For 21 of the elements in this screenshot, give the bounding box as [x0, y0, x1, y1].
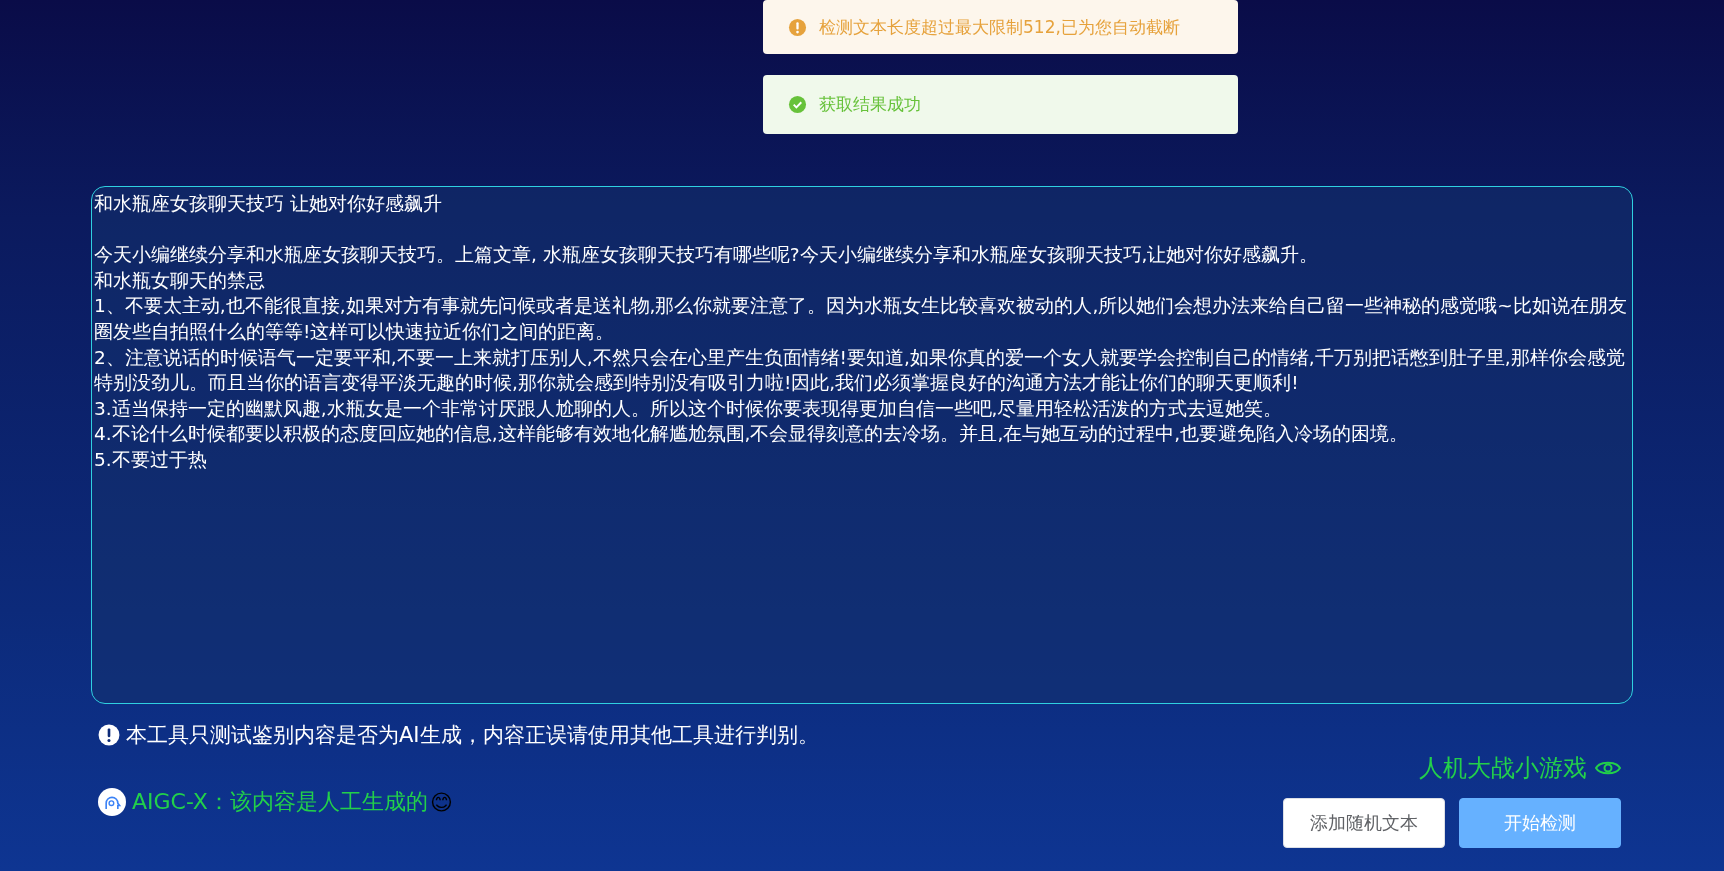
text-paragraph: 1、不要太主动,也不能很直接,如果对方有事就先问候或者是送礼物,那么你就要注意了。因为水瓶女生比较喜欢被动的人,所以她们会想办法来给自己留一些神秘的感觉哦~比如说在朋友圈发些自拍照什么的等等!这样可以快速拉近你们之间的距离。: [94, 294, 1628, 344]
eye-icon: [1595, 759, 1621, 777]
toast-message: 获取结果成功: [763, 75, 1238, 134]
text-paragraph: 4.不论什么时候都要以积极的态度回应她的信息,这样能够有效地化解尴尬氛围,不会显得刻意的去冷场。并且,在与她互动的过程中,也要避免陷入冷场的困境。: [94, 422, 1410, 447]
text-paragraph: 2、注意说话的时候语气一定要平和,不要一上来就打压别人,不然只会在心里产生负面情绪!要知道,如果你真的爱一个女人就要学会控制自己的情绪,千万别把话憋到肚子里,那样你会感觉特别没劲儿。而且当你的语言变得平淡无趣的时候,那你就会感到特别没有吸引力啦!因此,我们必须掌握良好的沟通方法才能让你们的聊天更顺利!: [94, 345, 1626, 396]
article-title: 和水瓶座女孩聊天技巧 让她对你好感飙升: [94, 192, 443, 216]
game-link[interactable]: 人机大战小游戏: [1419, 752, 1621, 784]
smile-emoji: 😊: [429, 789, 453, 815]
toast-message: 检测文本长度超过最大限制512,已为您自动截断: [763, 0, 1238, 54]
result-text: AIGC-X：该内容是人工生成的: [132, 788, 428, 816]
text-paragraph: 5.不要过于热: [94, 447, 208, 472]
exclamation-icon: [98, 724, 120, 746]
disclaimer-text: 本工具只测试鉴别内容是否为AI生成，内容正误请使用其他工具进行判别。: [126, 722, 819, 749]
ai-head-icon: [98, 788, 126, 816]
text-paragraph: 今天小编继续分享和水瓶座女孩聊天技巧。上篇文章, 水瓶座女孩聊天技巧有哪些呢?今天小编继续分享和水瓶座女孩聊天技巧,让她对你好感飙升。: [94, 243, 1320, 268]
add-text-button[interactable]: 添加随机文本: [1283, 798, 1445, 848]
warning-icon: [788, 17, 807, 37]
check-icon: [788, 95, 807, 114]
text-paragraph: 和水瓶女聊天的禁忌: [94, 268, 266, 293]
text-input-field[interactable]: [91, 186, 1633, 704]
text-paragraph: 3.适当保持一定的幽默风趣,水瓶女是一个非常讨厌跟人尬聊的人。所以这个时候你要表现得更加自信一些吧,尽量用轻松活泼的方式去逗她笑。: [94, 396, 1284, 421]
